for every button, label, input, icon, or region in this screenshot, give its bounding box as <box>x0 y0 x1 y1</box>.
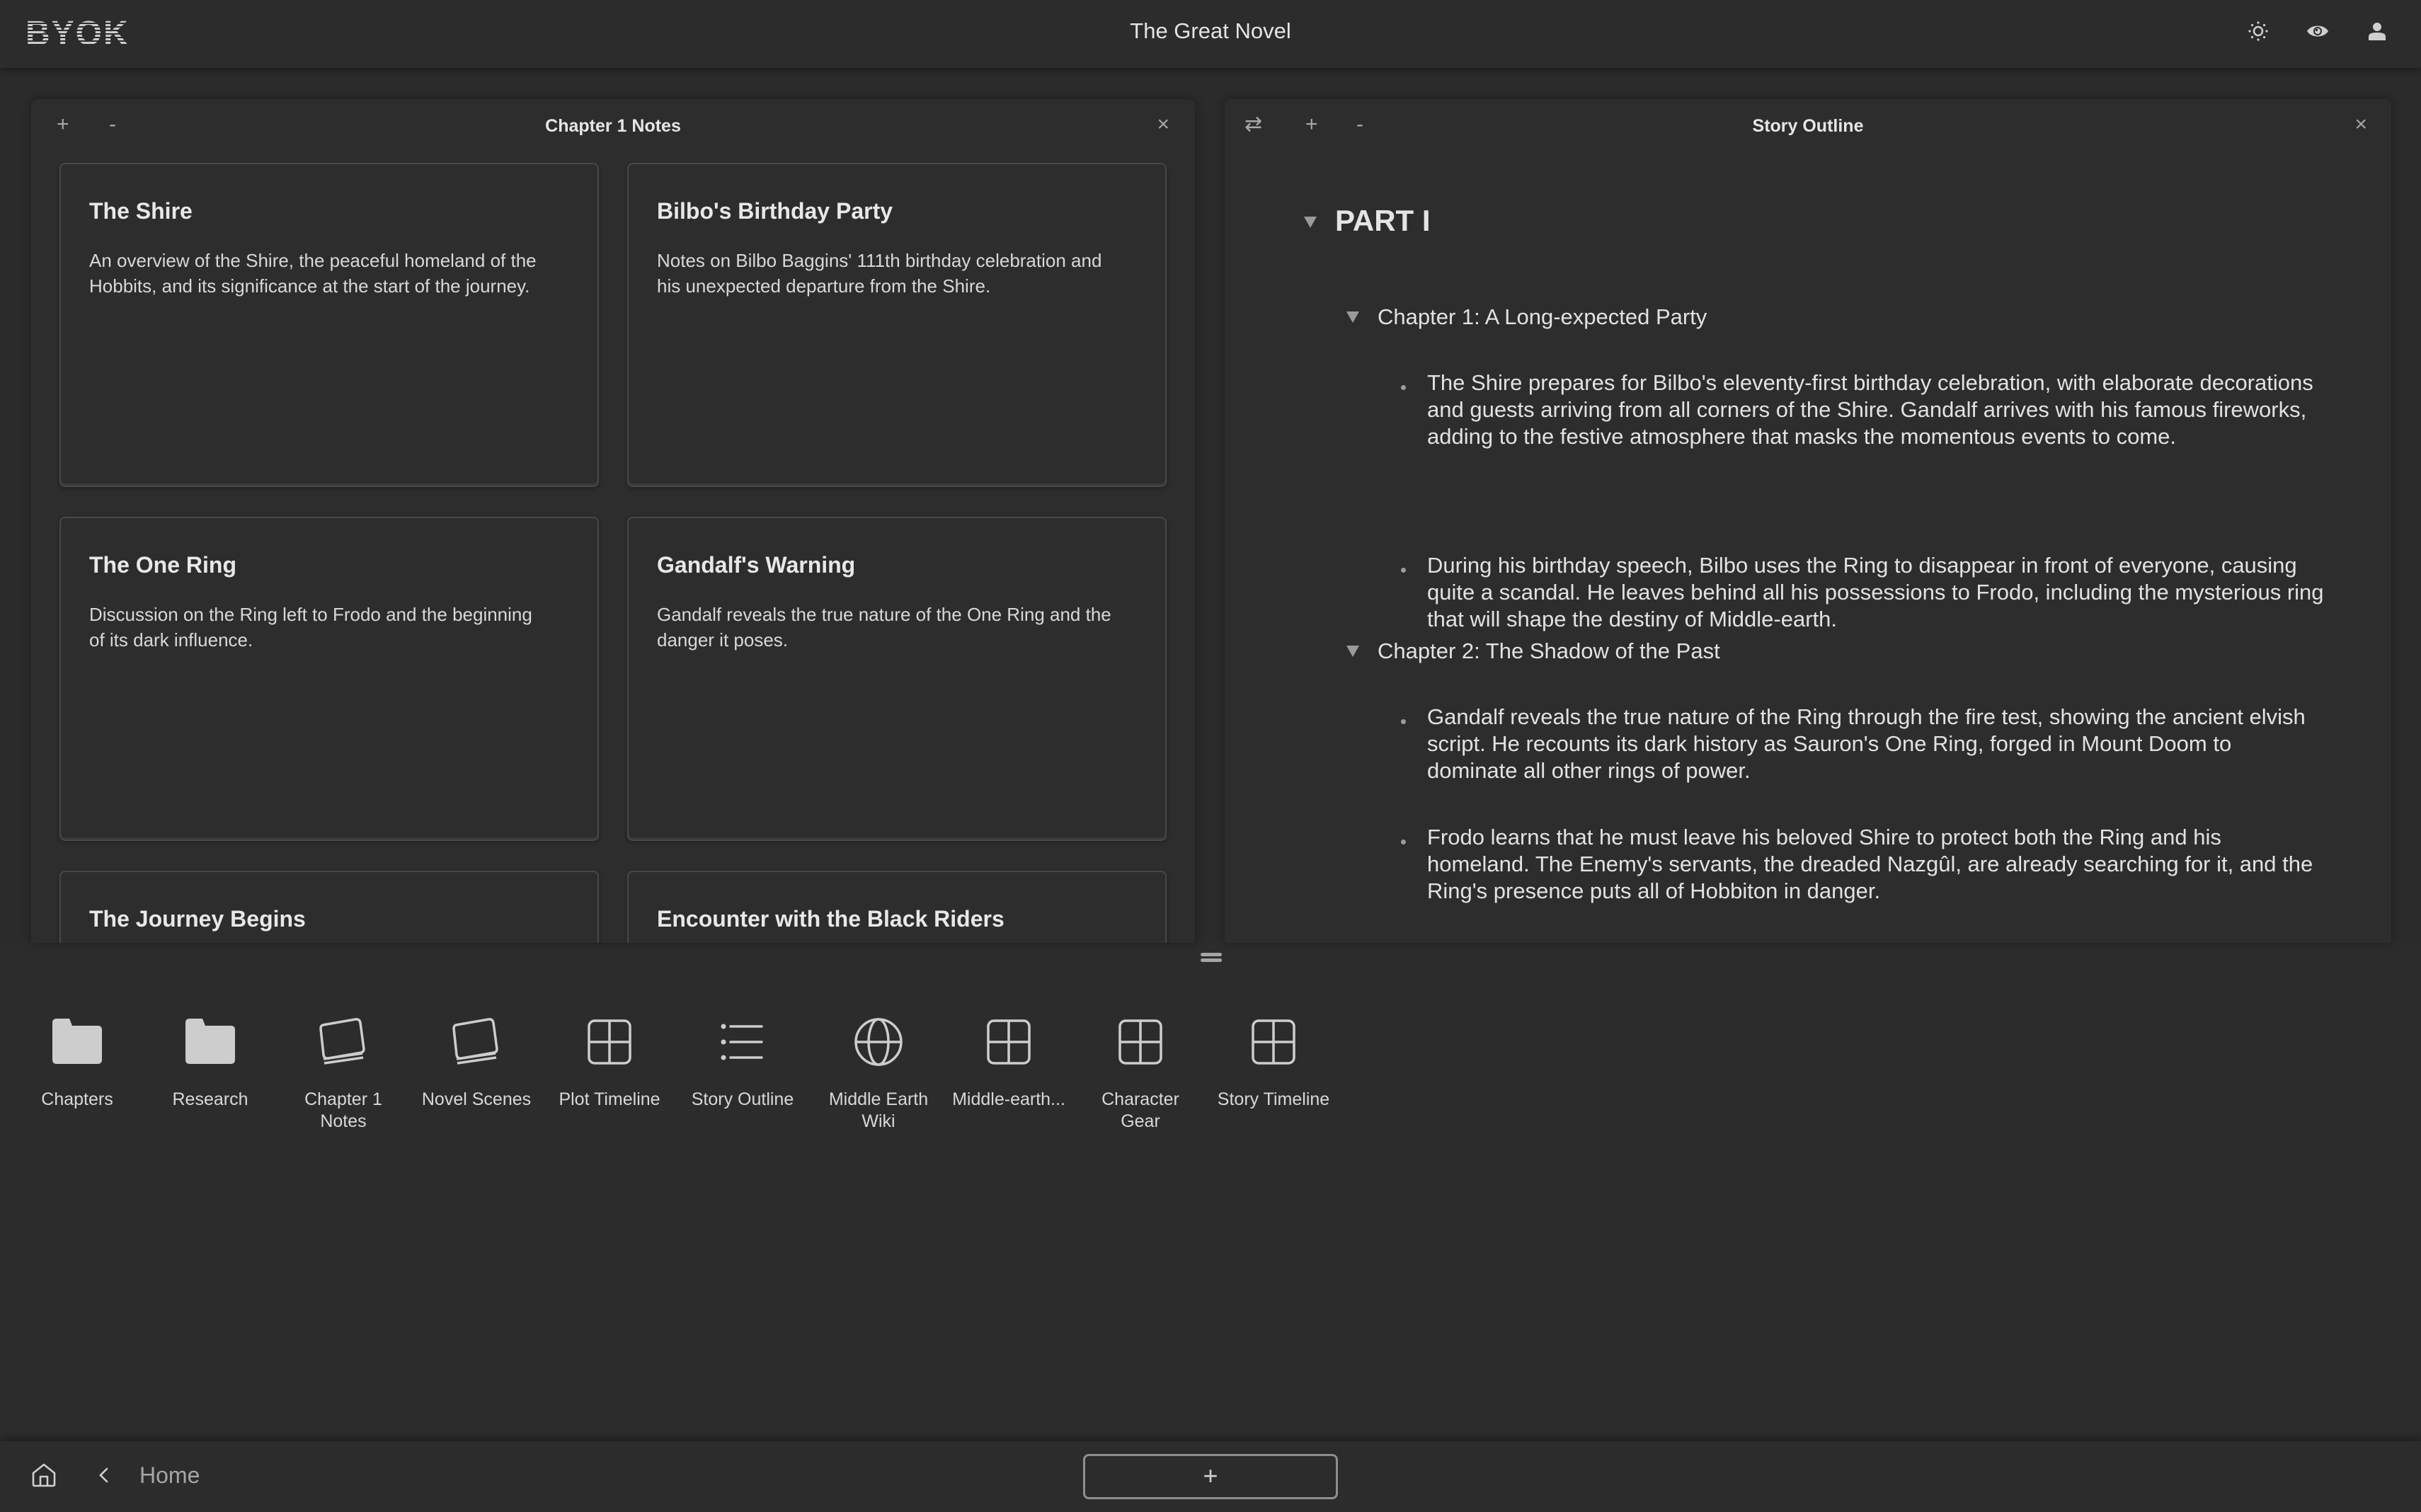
bullet-icon <box>1401 568 1406 573</box>
outline-part-heading: PART I <box>1335 204 1431 237</box>
grid-icon <box>1080 1014 1201 1070</box>
back-chevron-icon[interactable] <box>95 1462 112 1488</box>
bottom-bar: Home + <box>0 1441 2421 1512</box>
close-panel-button[interactable]: × <box>2354 112 2367 137</box>
drag-handle-icon <box>1201 953 1222 956</box>
bullet-icon <box>1401 840 1406 844</box>
outline-bullet: The Shire prepares for Bilbo's eleventy-… <box>1427 370 2313 449</box>
note-card[interactable]: The Journey Begins <box>59 871 599 943</box>
panel-title: Story Outline <box>1752 116 1864 136</box>
top-bar: BYOK The Great Novel <box>0 0 2421 68</box>
dock-item-chapter-1-notes[interactable]: Chapter 1 Notes <box>283 1014 404 1133</box>
close-panel-button[interactable]: × <box>1157 112 1169 137</box>
list-icon <box>682 1014 803 1070</box>
chapter-notes-panel: + - Chapter 1 Notes × The Shire An overv… <box>31 99 1195 943</box>
grid-icon <box>549 1014 670 1070</box>
globe-icon <box>818 1014 939 1070</box>
outline-chapter: Chapter 1: A Long-expected Party <box>1378 304 1707 329</box>
note-card-title: Bilbo's Birthday Party <box>657 198 893 224</box>
dock-item-label: Plot Timeline <box>559 1089 660 1109</box>
outline-bullet: Frodo learns that he must leave his belo… <box>1427 825 2313 903</box>
collapse-triangle-icon[interactable] <box>1304 217 1317 228</box>
note-card[interactable]: The Shire An overview of the Shire, the … <box>59 163 599 487</box>
dock-item-label: Chapters <box>41 1089 113 1109</box>
grid-icon <box>949 1014 1069 1070</box>
dock-item-label: Story Timeline <box>1217 1089 1330 1109</box>
drag-handle-icon <box>1201 958 1222 962</box>
dock-item-chapters[interactable]: Chapters <box>17 1014 137 1111</box>
note-card[interactable]: Gandalf's Warning Gandalf reveals the tr… <box>627 517 1167 841</box>
note-card[interactable]: Bilbo's Birthday Party Notes on Bilbo Ba… <box>627 163 1167 487</box>
dock-item-plot-timeline[interactable]: Plot Timeline <box>549 1014 670 1111</box>
note-card[interactable]: Encounter with the Black Riders <box>627 871 1167 943</box>
bullet-icon <box>1401 719 1406 724</box>
document-dock: Chapters Research Chapter 1 Notes Novel … <box>0 964 2421 1441</box>
card-stack-icon <box>283 1014 404 1070</box>
preview-eye-icon[interactable] <box>2305 18 2330 44</box>
outline-chapter: Chapter 2: The Shadow of the Past <box>1378 638 1720 663</box>
panel-header: + - Chapter 1 Notes × <box>31 99 1195 150</box>
dock-item-middle-earth-wiki[interactable]: Middle Earth Wiki <box>818 1014 939 1133</box>
breadcrumb-home[interactable]: Home <box>139 1462 200 1489</box>
note-card-body: An overview of the Shire, the peaceful h… <box>89 250 537 297</box>
user-account-icon[interactable] <box>2364 18 2390 44</box>
dock-item-label: Story Outline <box>691 1089 794 1109</box>
panel-title: Chapter 1 Notes <box>545 116 681 136</box>
panel-resize-handle[interactable] <box>0 943 2421 964</box>
folder-icon <box>17 1014 137 1070</box>
note-card-body: Gandalf reveals the true nature of the O… <box>657 604 1111 651</box>
document-title: The Great Novel <box>1130 18 1291 43</box>
dock-item-story-timeline[interactable]: Story Timeline <box>1213 1014 1334 1111</box>
dock-item-label: Character Gear <box>1101 1089 1179 1131</box>
note-card-body: Notes on Bilbo Baggins' 111th birthday c… <box>657 250 1102 297</box>
workspace: + - Chapter 1 Notes × The Shire An overv… <box>0 68 2421 943</box>
dock-item-label: Chapter 1 Notes <box>304 1089 382 1131</box>
dock-item-novel-scenes[interactable]: Novel Scenes <box>416 1014 537 1111</box>
dock-item-label: Middle Earth Wiki <box>828 1089 929 1131</box>
dock-item-label: Research <box>172 1089 248 1109</box>
collapse-triangle-icon[interactable] <box>1346 646 1359 657</box>
outline-bullet: During his birthday speech, Bilbo uses t… <box>1427 553 2324 631</box>
note-card-title: The One Ring <box>89 552 236 578</box>
note-card-title: Encounter with the Black Riders <box>657 906 1005 932</box>
theme-toggle-icon[interactable] <box>2245 18 2271 44</box>
card-stack-icon <box>416 1014 537 1070</box>
note-card[interactable]: The One Ring Discussion on the Ring left… <box>59 517 599 841</box>
dock-item-label: Novel Scenes <box>421 1089 532 1109</box>
note-card-title: The Shire <box>89 198 193 224</box>
home-icon[interactable] <box>31 1462 57 1488</box>
dock-item-research[interactable]: Research <box>150 1014 270 1111</box>
folder-icon <box>150 1014 270 1070</box>
collapse-triangle-icon[interactable] <box>1346 311 1359 323</box>
outline-bullet: Gandalf reveals the true nature of the R… <box>1427 704 2306 783</box>
dock-item-story-outline[interactable]: Story Outline <box>682 1014 803 1111</box>
dock-item-label: Middle-earth... <box>952 1089 1065 1109</box>
panel-header: ⇄ + - Story Outline × <box>1225 99 2391 150</box>
story-outline-panel: ⇄ + - Story Outline × PART I Chapter 1: … <box>1225 99 2391 943</box>
dock-item-middle-earth[interactable]: Middle-earth... <box>949 1014 1069 1111</box>
note-card-title: The Journey Begins <box>89 906 306 932</box>
add-button[interactable]: + <box>1083 1454 1338 1499</box>
grid-icon <box>1213 1014 1334 1070</box>
note-card-body: Discussion on the Ring left to Frodo and… <box>89 604 532 651</box>
bullet-icon <box>1401 385 1406 390</box>
dock-item-character-gear[interactable]: Character Gear <box>1080 1014 1201 1133</box>
note-card-title: Gandalf's Warning <box>657 552 856 578</box>
